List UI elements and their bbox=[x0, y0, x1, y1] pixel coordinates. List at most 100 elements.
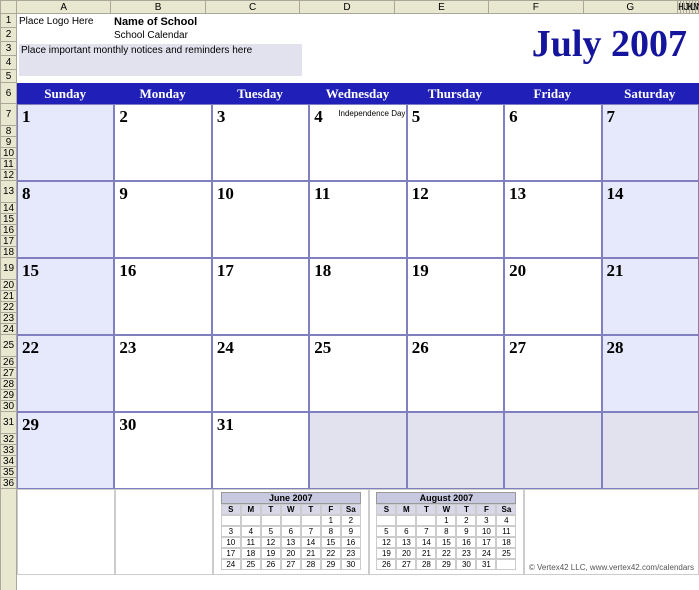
row-header-15[interactable]: 15 bbox=[1, 214, 16, 225]
calendar-cell-7[interactable]: 7 bbox=[602, 104, 699, 181]
col-header-E[interactable]: E bbox=[395, 1, 489, 13]
calendar-cell-22[interactable]: 22 bbox=[17, 335, 114, 412]
calendar-cell-28[interactable]: 28 bbox=[602, 335, 699, 412]
day-number: 13 bbox=[509, 184, 526, 204]
row-header-17[interactable]: 17 bbox=[1, 236, 16, 247]
row-header-14[interactable]: 14 bbox=[1, 203, 16, 214]
calendar-cell-31[interactable]: 31 bbox=[212, 412, 309, 489]
row-header-18[interactable]: 18 bbox=[1, 247, 16, 258]
calendar-cell-8[interactable]: 8 bbox=[17, 181, 114, 258]
calendar-cell-11[interactable]: 11 bbox=[309, 181, 406, 258]
row-header-24[interactable]: 24 bbox=[1, 324, 16, 335]
school-subtitle[interactable]: School Calendar bbox=[114, 30, 188, 41]
row-header-2[interactable]: 2 bbox=[1, 28, 16, 42]
row-header-4[interactable]: 4 bbox=[1, 56, 16, 70]
day-header-saturday: Saturday bbox=[602, 83, 699, 104]
row-header-16[interactable]: 16 bbox=[1, 225, 16, 236]
row-header-3[interactable]: 3 bbox=[1, 42, 16, 56]
day-number: 27 bbox=[509, 338, 526, 358]
calendar-cell-20[interactable]: 20 bbox=[504, 258, 601, 335]
calendar-cell-2[interactable]: 2 bbox=[114, 104, 211, 181]
calendar-cell-19[interactable]: 19 bbox=[407, 258, 504, 335]
col-header-D[interactable]: D bbox=[300, 1, 394, 13]
logo-placeholder[interactable]: Place Logo Here bbox=[19, 16, 94, 27]
day-number: 4 bbox=[314, 107, 323, 127]
calendar-cell-9[interactable]: 9 bbox=[114, 181, 211, 258]
row-header-12[interactable]: 12 bbox=[1, 170, 16, 181]
calendar-cell-5[interactable]: 5 bbox=[407, 104, 504, 181]
calendar-cell-25[interactable]: 25 bbox=[309, 335, 406, 412]
col-header-G[interactable]: G bbox=[584, 1, 678, 13]
day-number: 17 bbox=[217, 261, 234, 281]
row-header-27[interactable]: 27 bbox=[1, 368, 16, 379]
calendar-cell-15[interactable]: 15 bbox=[17, 258, 114, 335]
row-header-21[interactable]: 21 bbox=[1, 291, 16, 302]
row-header-35[interactable]: 35 bbox=[1, 467, 16, 478]
col-header-C[interactable]: C bbox=[206, 1, 300, 13]
col-header-A[interactable]: A bbox=[17, 1, 111, 13]
calendar-cell-4[interactable]: 4 Independence Day bbox=[309, 104, 406, 181]
calendar-cell-18[interactable]: 18 bbox=[309, 258, 406, 335]
row-header-22[interactable]: 22 bbox=[1, 302, 16, 313]
calendar-cell-29[interactable]: 29 bbox=[17, 412, 114, 489]
calendar-cell-23[interactable]: 23 bbox=[114, 335, 211, 412]
school-name[interactable]: Name of School bbox=[114, 16, 197, 28]
row-header-13[interactable]: 13 bbox=[1, 181, 16, 203]
calendar-cell-blank[interactable] bbox=[602, 412, 699, 489]
row-header-9[interactable]: 9 bbox=[1, 137, 16, 148]
select-all-corner[interactable] bbox=[0, 0, 17, 14]
row-header-29[interactable]: 29 bbox=[1, 390, 16, 401]
row-header-33[interactable]: 33 bbox=[1, 445, 16, 456]
day-number: 12 bbox=[412, 184, 429, 204]
row-header-11[interactable]: 11 bbox=[1, 159, 16, 170]
row-header-7[interactable]: 7 bbox=[1, 104, 16, 126]
day-number: 21 bbox=[607, 261, 624, 281]
calendar-cell-24[interactable]: 24 bbox=[212, 335, 309, 412]
row-header-30[interactable]: 30 bbox=[1, 401, 16, 412]
calendar-cell-13[interactable]: 13 bbox=[504, 181, 601, 258]
row-header-5[interactable]: 5 bbox=[1, 70, 16, 83]
row-header-34[interactable]: 34 bbox=[1, 456, 16, 467]
footer-row: June 2007SMTWTFSa12345678910111213141516… bbox=[17, 489, 699, 575]
notices-box[interactable]: Place important monthly notices and remi… bbox=[19, 44, 302, 76]
row-header-23[interactable]: 23 bbox=[1, 313, 16, 324]
calendar-cell-blank[interactable] bbox=[309, 412, 406, 489]
calendar-cell-1[interactable]: 1 bbox=[17, 104, 114, 181]
calendar-cell-blank[interactable] bbox=[504, 412, 601, 489]
day-header-sunday: Sunday bbox=[17, 83, 114, 104]
calendar-cell-14[interactable]: 14 bbox=[602, 181, 699, 258]
month-title: July 2007 bbox=[532, 22, 687, 66]
calendar-cell-17[interactable]: 17 bbox=[212, 258, 309, 335]
row-header-25[interactable]: 25 bbox=[1, 335, 16, 357]
row-header-19[interactable]: 19 bbox=[1, 258, 16, 280]
col-header-F[interactable]: F bbox=[489, 1, 583, 13]
row-header-26[interactable]: 26 bbox=[1, 357, 16, 368]
col-header-B[interactable]: B bbox=[111, 1, 205, 13]
calendar-cell-21[interactable]: 21 bbox=[602, 258, 699, 335]
day-note: Independence Day bbox=[338, 109, 405, 118]
row-header-31[interactable]: 31 bbox=[1, 412, 16, 434]
calendar-cell-10[interactable]: 10 bbox=[212, 181, 309, 258]
row-header-20[interactable]: 20 bbox=[1, 280, 16, 291]
row-header-6[interactable]: 6 bbox=[1, 83, 16, 104]
day-number: 30 bbox=[119, 415, 136, 435]
row-header-8[interactable]: 8 bbox=[1, 126, 16, 137]
row-header-28[interactable]: 28 bbox=[1, 379, 16, 390]
calendar-cell-12[interactable]: 12 bbox=[407, 181, 504, 258]
row-header-32[interactable]: 32 bbox=[1, 434, 16, 445]
calendar-cell-6[interactable]: 6 bbox=[504, 104, 601, 181]
calendar-cell-27[interactable]: 27 bbox=[504, 335, 601, 412]
row-header-36[interactable]: 36 bbox=[1, 478, 16, 489]
calendar-cell-30[interactable]: 30 bbox=[114, 412, 211, 489]
day-number: 18 bbox=[314, 261, 331, 281]
day-number: 2 bbox=[119, 107, 128, 127]
sheet-content: Place Logo Here Name of School School Ca… bbox=[17, 14, 699, 590]
calendar-cell-3[interactable]: 3 bbox=[212, 104, 309, 181]
calendar-cell-26[interactable]: 26 bbox=[407, 335, 504, 412]
calendar-cell-16[interactable]: 16 bbox=[114, 258, 211, 335]
day-of-week-header: SundayMondayTuesdayWednesdayThursdayFrid… bbox=[17, 83, 699, 104]
footer-text: © Vertex42 LLC, www.vertex42.com/calenda… bbox=[529, 563, 694, 572]
calendar-cell-blank[interactable] bbox=[407, 412, 504, 489]
row-header-10[interactable]: 10 bbox=[1, 148, 16, 159]
row-header-1[interactable]: 1 bbox=[1, 14, 16, 28]
